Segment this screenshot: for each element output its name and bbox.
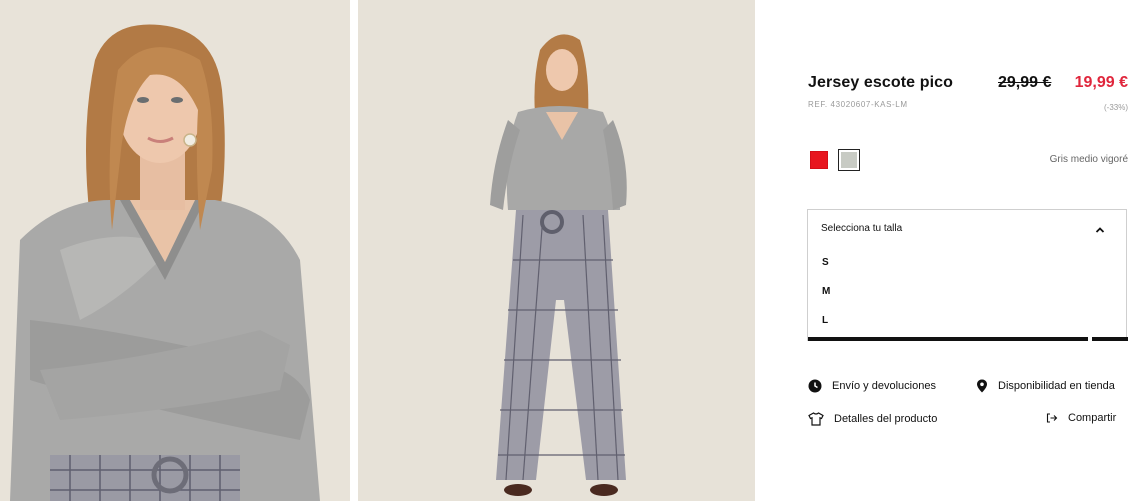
color-swatch-grey[interactable]: [838, 149, 860, 171]
store-availability-link[interactable]: Disponibilidad en tienda: [976, 379, 1115, 393]
sale-price: 19,99 €: [1074, 74, 1128, 91]
share-label: Compartir: [1068, 412, 1117, 424]
product-details-label: Detalles del producto: [834, 413, 938, 425]
color-swatch-red[interactable]: [810, 151, 828, 169]
shirt-icon: [808, 412, 824, 426]
product-reference: REF. 43020607-KAS-LM: [808, 100, 908, 109]
discount-badge: (-33%): [1103, 103, 1128, 112]
clock-icon: [808, 379, 822, 393]
product-image-fullbody[interactable]: [358, 0, 755, 501]
add-to-bag-button[interactable]: [808, 337, 1088, 341]
model-closeup-illustration: [0, 0, 350, 501]
size-option-m[interactable]: M: [822, 286, 830, 297]
favorite-button[interactable]: [1092, 337, 1128, 341]
size-option-s[interactable]: S: [822, 257, 829, 268]
share-link[interactable]: Compartir: [1046, 412, 1116, 424]
location-pin-icon: [977, 379, 987, 393]
size-selector[interactable]: Selecciona tu talla S M L: [807, 209, 1128, 341]
store-availability-label: Disponibilidad en tienda: [998, 380, 1115, 392]
chevron-up-icon[interactable]: [1094, 224, 1106, 236]
shipping-returns-link[interactable]: Envío y devoluciones: [808, 379, 936, 393]
original-price: 29,99 €: [998, 74, 1052, 91]
size-option-l[interactable]: L: [822, 315, 828, 326]
selected-color-name: Gris medio vigoré: [1049, 154, 1128, 165]
model-fullbody-illustration: [358, 0, 755, 501]
shipping-returns-label: Envío y devoluciones: [832, 380, 936, 392]
product-details-link[interactable]: Detalles del producto: [808, 412, 937, 426]
product-title: Jersey escote pico: [808, 74, 953, 91]
share-icon: [1046, 413, 1058, 423]
size-selector-header[interactable]: Selecciona tu talla: [821, 223, 902, 234]
product-info-panel: Jersey escote pico 29,99 € 19,99 € REF. …: [807, 0, 1128, 501]
product-image-closeup[interactable]: [0, 0, 350, 501]
